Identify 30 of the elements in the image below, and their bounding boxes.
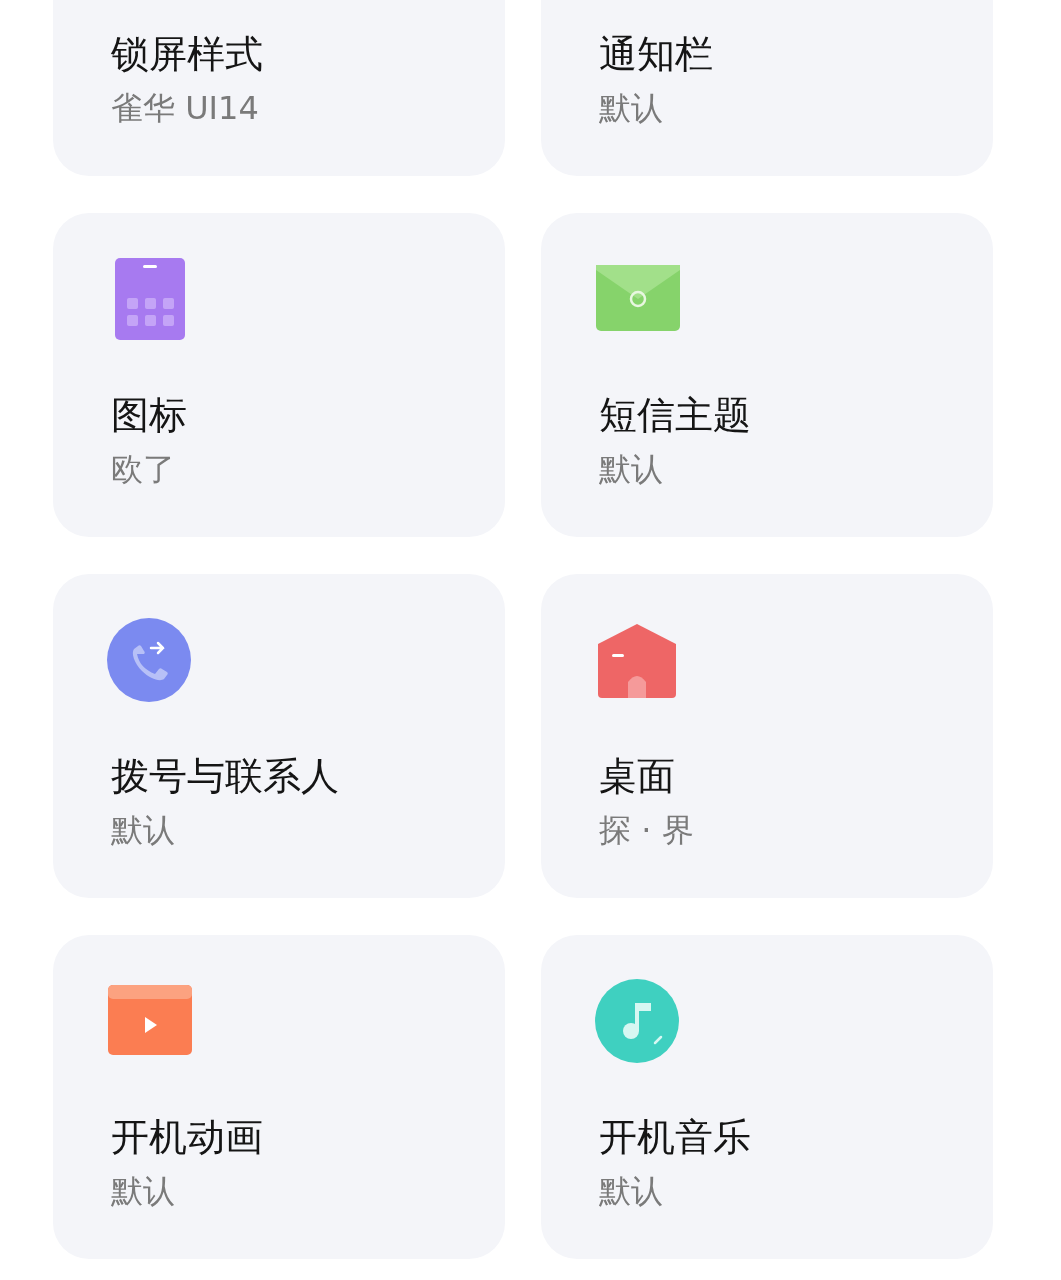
card-subtitle: 探 · 界 [599,810,694,851]
setting-card[interactable]: 拨号与联系人 默认 [53,574,505,898]
setting-card[interactable]: 开机动画 默认 [53,935,505,1259]
phone-grid-icon [115,258,185,342]
setting-card[interactable]: 锁屏样式 雀华 UI14 [53,0,505,176]
card-title: 桌面 [599,753,675,800]
card-subtitle: 默认 [599,449,663,490]
setting-card[interactable]: 通知栏 默认 [541,0,993,176]
card-title: 图标 [111,392,187,439]
card-title: 开机音乐 [599,1114,751,1161]
card-subtitle: 雀华 UI14 [111,88,259,129]
card-subtitle: 默认 [599,88,663,129]
setting-card[interactable]: 桌面 探 · 界 [541,574,993,898]
card-title: 通知栏 [599,31,713,78]
card-subtitle: 默认 [111,810,175,851]
card-subtitle: 默认 [111,1171,175,1212]
card-title: 锁屏样式 [111,31,263,78]
card-subtitle: 默认 [599,1171,663,1212]
card-title: 拨号与联系人 [111,753,339,800]
video-play-icon [108,985,192,1055]
envelope-icon [596,265,680,331]
card-title: 短信主题 [599,392,751,439]
card-subtitle: 欧了 [111,449,175,490]
setting-card[interactable]: 图标 欧了 [53,213,505,537]
card-title: 开机动画 [111,1114,263,1161]
setting-card[interactable]: 短信主题 默认 [541,213,993,537]
phone-call-icon [107,618,191,702]
setting-card[interactable]: 开机音乐 默认 [541,935,993,1259]
music-note-icon [595,979,679,1063]
house-icon [598,624,676,698]
